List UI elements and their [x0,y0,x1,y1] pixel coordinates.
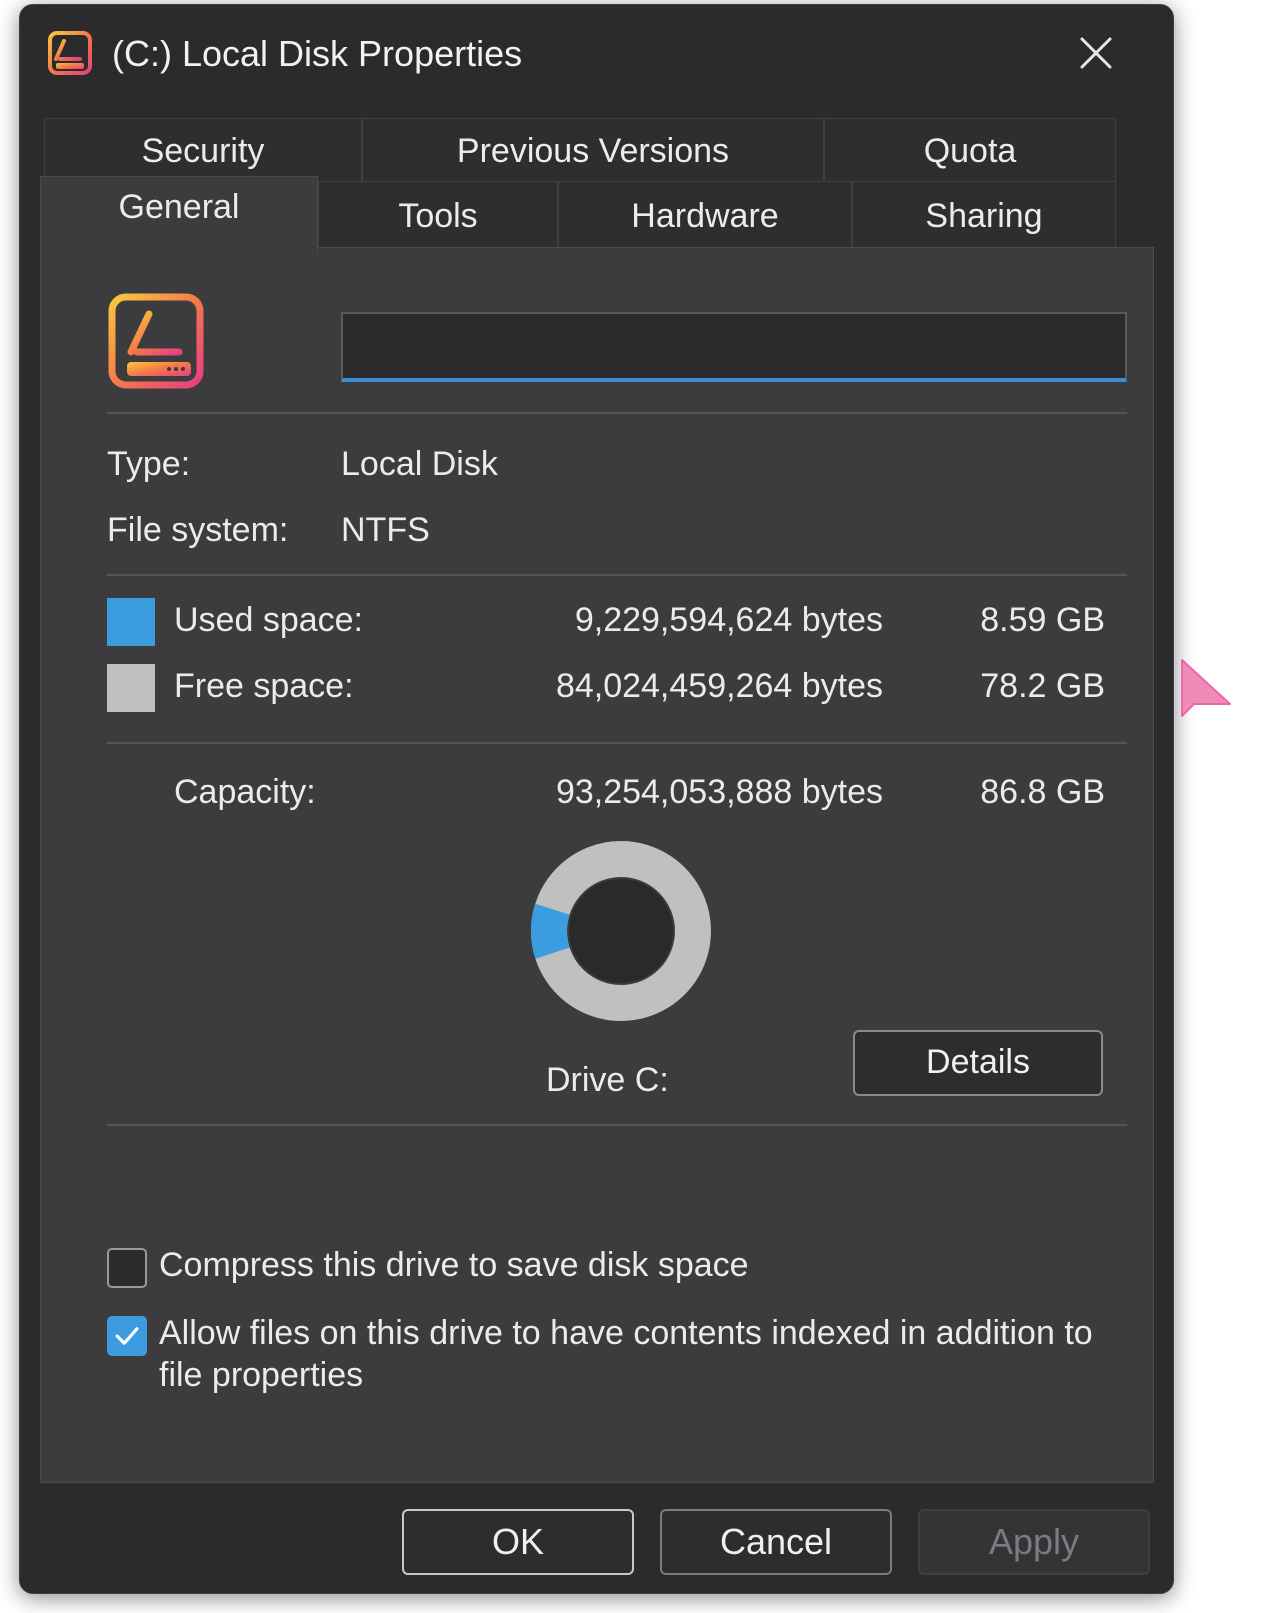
tab-general[interactable]: General [40,176,318,252]
tab-tools[interactable]: Tools [318,181,558,249]
divider [107,412,1127,414]
free-space-label: Free space: [174,667,354,705]
used-space-swatch [107,598,155,646]
drive-label: Drive C: [546,1061,669,1099]
file-system-label: File system: [107,511,289,549]
tab-security[interactable]: Security [44,118,362,182]
used-space-bytes: 9,229,594,624 bytes [574,601,883,639]
apply-button[interactable]: Apply [918,1509,1150,1575]
tab-sharing[interactable]: Sharing [852,181,1116,249]
checkmark-icon [115,1327,139,1345]
pointer-cursor-icon [1181,659,1231,717]
close-icon[interactable] [1072,29,1120,77]
used-space-size: 8.59 GB [980,601,1105,639]
compress-label[interactable]: Compress this drive to save disk space [159,1244,749,1286]
free-space-swatch [107,664,155,712]
capacity-bytes: 93,254,053,888 bytes [555,773,883,811]
free-space-size: 78.2 GB [980,667,1105,705]
tab-quota[interactable]: Quota [824,118,1116,182]
tab-hardware[interactable]: Hardware [558,181,852,249]
drive-name-input[interactable] [341,312,1127,382]
properties-dialog: (C:) Local Disk Properties Security Prev… [19,4,1174,1594]
index-label-line1[interactable]: Allow files on this drive to have conten… [159,1312,1093,1354]
drive-icon [48,31,92,75]
general-tab-panel: Type: Local Disk File system: NTFS Used … [40,247,1154,1483]
ok-button[interactable]: OK [402,1509,634,1575]
disk-usage-chart [531,841,711,1021]
details-button[interactable]: Details [853,1030,1103,1096]
divider [107,1124,1127,1126]
tab-previous-versions[interactable]: Previous Versions [362,118,824,182]
donut-center [569,879,673,983]
cancel-button[interactable]: Cancel [660,1509,892,1575]
compress-checkbox[interactable] [107,1248,147,1288]
index-label-line2[interactable]: file properties [159,1354,363,1396]
free-space-bytes: 84,024,459,264 bytes [555,667,883,705]
capacity-label: Capacity: [174,773,316,811]
window-title: (C:) Local Disk Properties [112,33,523,74]
type-value: Local Disk [341,445,498,483]
divider [107,574,1127,576]
divider [107,742,1127,744]
drive-icon [108,293,204,389]
index-checkbox[interactable] [107,1316,147,1356]
capacity-size: 86.8 GB [980,773,1105,811]
file-system-value: NTFS [341,511,430,549]
type-label: Type: [107,445,191,483]
used-space-label: Used space: [174,601,363,639]
